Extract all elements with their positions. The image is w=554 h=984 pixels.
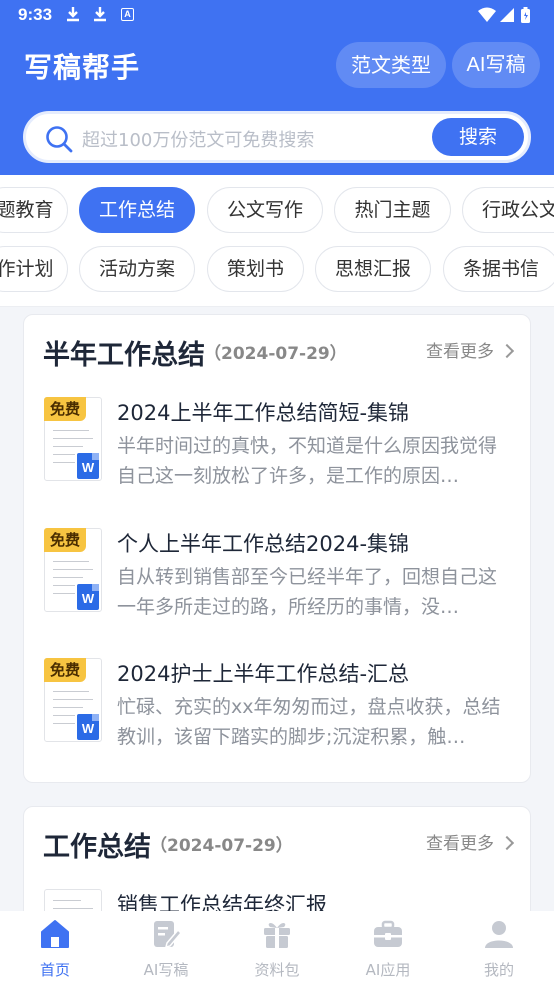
app-header: 9:33 A 写稿帮手 范文类型 AI写稿 超过100万份范文可免费搜索 搜索 [0, 0, 554, 175]
word-doc-icon: W [77, 714, 99, 740]
edit-doc-icon [154, 921, 183, 949]
chip-category[interactable]: 热门主题 [334, 187, 451, 233]
nav-profile[interactable]: 我的 [454, 917, 544, 979]
home-icon [41, 920, 69, 948]
category-chips: 题教育 工作总结 公文写作 热门主题 行政公文 作计划 活动方案 策划书 思想汇… [0, 175, 554, 307]
list-item[interactable]: 免费 W 2024上半年工作总结简短-集锦 半年时间过的真快，不知道是什么原因我… [44, 397, 514, 497]
toolbox-icon [374, 920, 402, 947]
chip-category[interactable]: 策划书 [207, 246, 304, 292]
section-title: 工作总结 [43, 832, 151, 863]
nav-label: 我的 [483, 961, 514, 979]
doc-thumbnail: 免费 W [44, 397, 104, 483]
download-icon [93, 6, 107, 26]
bottom-nav: 首页 AI写稿 资料包 AI应用 我的 [0, 911, 554, 984]
system-status-icons [478, 6, 538, 24]
doc-thumbnail: 免费 W [44, 528, 104, 614]
chip-category-active[interactable]: 工作总结 [79, 187, 195, 233]
ai-write-button[interactable]: AI写稿 [452, 42, 540, 88]
status-time: 9:33 [18, 5, 53, 24]
word-doc-icon: W [77, 584, 99, 610]
nav-materials[interactable]: 资料包 [232, 917, 322, 979]
notification-a-icon: A [121, 8, 134, 21]
nav-label: AI写稿 [143, 961, 189, 979]
view-more-label: 查看更多 [426, 342, 494, 362]
gift-icon [264, 922, 290, 948]
item-title: 个人上半年工作总结2024-集锦 [117, 532, 410, 556]
item-title: 2024护士上半年工作总结-汇总 [117, 662, 410, 686]
signal-icon [500, 8, 514, 22]
free-badge: 免费 [44, 658, 86, 682]
chip-category[interactable]: 题教育 [0, 187, 68, 233]
list-item[interactable]: 免费 W 2024护士上半年工作总结-汇总 忙碌、充实的xx年匆匆而过，盘点收获… [44, 658, 514, 758]
chip-category[interactable]: 作计划 [0, 246, 68, 292]
user-icon [485, 921, 513, 948]
nav-ai-apps[interactable]: AI应用 [343, 917, 433, 979]
template-types-button[interactable]: 范文类型 [336, 42, 446, 88]
chip-category[interactable]: 条据书信 [443, 246, 554, 292]
chevron-right-icon [499, 343, 515, 359]
section-card: 半年工作总结 （2024-07-29） 查看更多 免费 W 2024上半年工作总… [23, 314, 531, 783]
nav-label: 资料包 [254, 961, 300, 979]
free-badge: 免费 [44, 397, 86, 421]
view-more-link[interactable]: 查看更多 [426, 337, 515, 362]
nav-home[interactable]: 首页 [10, 917, 100, 979]
section-date: （2024-07-29） [150, 836, 293, 856]
item-description: 半年时间过的真快，不知道是什么原因我觉得自己这一刻放松了许多，是工作的原因… [117, 435, 498, 487]
status-bar: 9:33 A [0, 0, 554, 30]
item-description: 自从转到销售部至今已经半年了，回想自己这一年多所走过的路，所经历的事情，没… [117, 566, 498, 618]
section-date: （2024-07-29） [204, 344, 347, 364]
item-description: 忙碌、充实的xx年匆匆而过，盘点收获，总结教训，该留下踏实的脚步;沉淀积累，触… [117, 696, 501, 748]
section-title: 半年工作总结 [43, 340, 205, 371]
nav-label: 首页 [39, 961, 70, 979]
battery-icon [521, 7, 530, 23]
chip-category[interactable]: 活动方案 [79, 246, 195, 292]
item-title: 2024上半年工作总结简短-集锦 [117, 401, 410, 425]
chip-category[interactable]: 公文写作 [207, 187, 323, 233]
view-more-link[interactable]: 查看更多 [426, 829, 515, 854]
chip-category[interactable]: 行政公文 [462, 187, 554, 233]
search-icon [46, 126, 73, 153]
view-more-label: 查看更多 [426, 834, 494, 854]
chevron-right-icon [499, 835, 515, 851]
wifi-icon [478, 7, 496, 22]
doc-thumbnail: 免费 W [44, 658, 104, 744]
download-icon [66, 6, 80, 26]
search-input[interactable]: 超过100万份范文可免费搜索 [82, 126, 314, 152]
search-bar[interactable]: 超过100万份范文可免费搜索 搜索 [23, 111, 531, 163]
app-title: 写稿帮手 [24, 51, 141, 84]
word-doc-icon: W [77, 453, 99, 479]
nav-ai-write[interactable]: AI写稿 [121, 917, 211, 979]
free-badge: 免费 [44, 528, 86, 552]
search-button[interactable]: 搜索 [432, 118, 524, 156]
chip-category[interactable]: 思想汇报 [315, 246, 431, 292]
list-item[interactable]: 免费 W 个人上半年工作总结2024-集锦 自从转到销售部至今已经半年了，回想自… [44, 528, 514, 628]
nav-label: AI应用 [365, 961, 411, 979]
